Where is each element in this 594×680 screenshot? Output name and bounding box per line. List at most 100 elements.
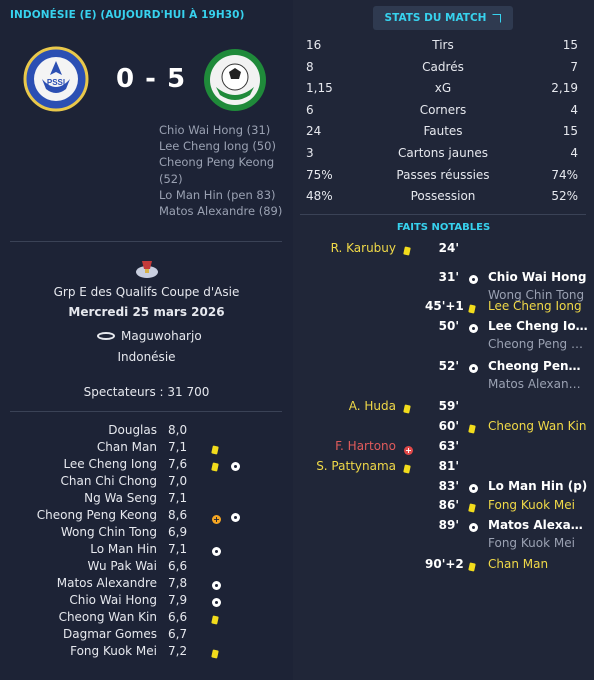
event-minute: 86' <box>438 498 459 512</box>
scorer-item: Chio Wai Hong (31) <box>159 123 271 137</box>
event-assist-player[interactable]: Matos Alexandre <box>488 377 588 391</box>
stat-away-value: 52% <box>551 189 578 204</box>
event-away-icon-slot <box>468 501 476 515</box>
rating-icon-slot <box>211 647 219 661</box>
stat-name: Fautes <box>423 124 463 139</box>
yellow-card-icon <box>468 304 476 314</box>
yellow-card-icon <box>468 503 476 513</box>
external-link-icon <box>492 13 502 23</box>
event-away-player[interactable]: Chio Wai Hong <box>488 270 588 284</box>
event-home-icon-slot: + <box>404 442 413 456</box>
stat-name: Cadrés <box>422 59 464 74</box>
rating-row[interactable]: Matos Alexandre 7,8 <box>0 576 293 593</box>
player-name[interactable]: Matos Alexandre <box>57 576 157 590</box>
event-home-player[interactable]: A. Huda <box>349 399 396 413</box>
scorer-item: Lee Cheng Iong (50) <box>159 139 276 154</box>
stat-name: Cartons jaunes <box>398 146 488 160</box>
event-row: 50' Lee Cheng Iong Cheong Peng Keong <box>0 319 594 351</box>
yellow-card-icon <box>468 562 476 572</box>
stat-away-value: 4 <box>570 102 578 117</box>
player-rating: 7,2 <box>168 644 188 658</box>
event-away-icon-slot <box>469 273 478 287</box>
rating-row[interactable]: Dagmar Gomes 6,7 <box>0 627 293 644</box>
rating-row[interactable]: Cheong Wan Kin 6,6 <box>0 610 293 627</box>
event-home-player[interactable]: R. Karubuy <box>331 241 396 255</box>
yellow-card-icon <box>403 246 411 256</box>
player-name[interactable]: Cheong Wan Kin <box>59 610 157 624</box>
yellow-card-icon <box>403 464 411 474</box>
event-minute: 90'+2 <box>425 557 464 571</box>
home-team-crest[interactable]: PSSI <box>22 45 90 113</box>
player-name[interactable]: Dagmar Gomes <box>63 627 157 641</box>
stat-away-value: 15 <box>562 124 578 139</box>
home-crest-text: PSSI <box>47 78 65 87</box>
event-away-icon-slot <box>468 302 476 316</box>
event-away-player[interactable]: Matos Alexandre <box>488 518 588 532</box>
stat-away-value: 74% <box>551 167 578 182</box>
yellow-card-icon <box>211 615 219 625</box>
event-away-player[interactable]: Chan Man <box>488 557 588 571</box>
goal-ball-icon <box>469 324 478 333</box>
goal-ball-icon <box>469 523 478 532</box>
stat-away-value: 15 <box>562 38 578 52</box>
event-away-icon-slot <box>469 482 478 496</box>
player-name[interactable]: Lo Man Hin <box>90 542 157 556</box>
event-home-player[interactable]: F. Hartono <box>335 439 396 453</box>
stat-row: 1,15 xG 2,19 <box>300 81 586 102</box>
event-away-icon-slot <box>468 560 476 574</box>
event-away-player[interactable]: Lee Cheng Iong <box>488 319 588 333</box>
match-header-title: INDONÉSIE (E) (AUJOURD'HUI À 19H30) <box>10 9 245 21</box>
away-team-crest[interactable] <box>200 47 270 113</box>
event-away-player[interactable]: Fong Kuok Mei <box>488 498 588 512</box>
player-name[interactable]: Chio Wai Hong <box>69 593 157 607</box>
player-rating: 7,8 <box>168 576 188 590</box>
match-stats-button[interactable]: STATS DU MATCH <box>373 6 513 30</box>
event-minute: 89' <box>438 518 459 532</box>
event-away-player[interactable]: Lo Man Hin (p) <box>488 479 588 493</box>
event-row: 63' F. Hartono + <box>0 439 594 457</box>
rating-icon-slot <box>212 579 221 593</box>
event-away-icon-slot <box>469 362 478 376</box>
player-rating: 7,1 <box>168 542 188 556</box>
scorer-item: Cheong Peng Keong (52) <box>159 155 275 186</box>
rating-row[interactable]: Chio Wai Hong 7,9 <box>0 593 293 610</box>
event-away-icon-slot <box>469 521 478 535</box>
event-minute: 63' <box>438 439 459 453</box>
event-minute: 59' <box>438 399 459 413</box>
event-home-icon-slot <box>403 402 411 416</box>
stat-away-value: 4 <box>570 146 578 160</box>
event-assist-player[interactable]: Cheong Peng Keong <box>488 337 588 351</box>
rating-row[interactable]: Fong Kuok Mei 7,2 <box>0 644 293 661</box>
substitution-off-icon: + <box>404 446 413 455</box>
event-minute: 24' <box>438 241 459 255</box>
event-minute: 31' <box>438 270 459 284</box>
stat-name: Corners <box>419 102 467 117</box>
faits-notables-title: FAITS NOTABLES <box>396 222 491 233</box>
player-name[interactable]: Fong Kuok Mei <box>70 644 157 658</box>
event-home-player[interactable]: S. Pattynama <box>316 459 396 473</box>
goal-ball-icon <box>212 547 221 556</box>
goal-ball-icon <box>212 581 221 590</box>
stat-away-value: 2,19 <box>551 81 578 96</box>
yellow-card-icon <box>403 404 411 414</box>
event-away-player[interactable]: Cheong Peng Keong <box>488 359 588 373</box>
event-assist-player[interactable]: Fong Kuok Mei <box>488 536 588 550</box>
event-away-player[interactable]: Lee Cheng Iong <box>488 299 588 313</box>
event-row: 90'+2 Chan Man <box>0 557 594 575</box>
event-away-player[interactable]: Cheong Wan Kin <box>488 419 588 433</box>
event-row: 31' Chio Wai Hong Wong Chin Tong <box>0 270 594 302</box>
stat-row: 6 Corners 4 <box>300 103 586 124</box>
event-minute: 52' <box>438 359 459 373</box>
event-minute: 83' <box>438 479 459 493</box>
player-rating: 6,6 <box>168 610 188 624</box>
scorer-item: Lo Man Hin (pen 83) <box>159 187 276 202</box>
stat-row: 75% Passes réussies 74% <box>300 168 586 189</box>
score: 0 - 5 <box>116 64 187 94</box>
event-home-icon-slot <box>403 462 411 476</box>
scorers-list: Chio Wai Hong (31) Lee Cheng Iong (50) C… <box>159 122 289 219</box>
goal-ball-icon <box>469 364 478 373</box>
stat-name: Possession <box>410 189 476 204</box>
event-row: 59' A. Huda <box>0 399 594 417</box>
event-away-icon-slot <box>468 422 476 436</box>
stat-row: 24 Fautes 15 <box>300 124 586 145</box>
